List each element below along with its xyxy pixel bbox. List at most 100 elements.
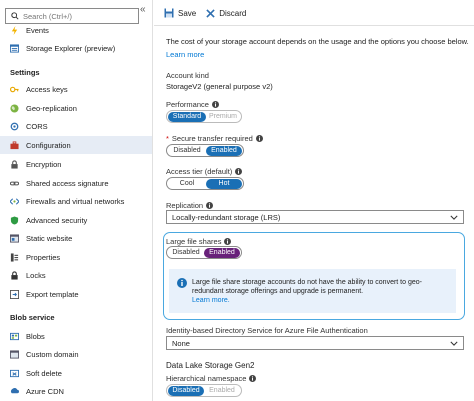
- sidebar-item-label: Access keys: [26, 84, 68, 94]
- replication-label: Replication: [166, 201, 214, 210]
- sidebar-item-label: Static website: [26, 233, 73, 243]
- sidebar-item-configuration[interactable]: Configuration: [0, 136, 152, 154]
- performance-option-premium: Premium: [208, 113, 237, 120]
- replication-label-text: Replication: [166, 201, 204, 210]
- performance-label-text: Performance: [166, 100, 209, 109]
- info-icon[interactable]: [224, 238, 232, 245]
- large-file-shares-option-enabled[interactable]: Enabled: [204, 247, 240, 258]
- sidebar-item-blobs[interactable]: Blobs: [0, 327, 152, 345]
- access-tier-label-text: Access tier (default): [166, 167, 233, 176]
- events-icon: [10, 25, 19, 35]
- large-file-shares-option-disabled[interactable]: Disabled: [168, 248, 204, 258]
- hns-option-disabled: Disabled: [168, 385, 204, 396]
- blob-service-section-header: Blob service: [10, 313, 55, 322]
- website-icon: [10, 233, 19, 243]
- account-kind-value: StorageV2 (general purpose v2): [166, 82, 273, 91]
- sidebar-item-advanced-security[interactable]: Advanced security: [0, 211, 152, 229]
- sidebar-item-label: Configuration: [26, 140, 71, 150]
- sidebar-item-events[interactable]: Events: [0, 24, 152, 36]
- performance-label: Performance: [166, 100, 219, 109]
- sidebar-item-export-template[interactable]: Export template: [0, 285, 152, 303]
- search-box[interactable]: [5, 8, 139, 24]
- performance-option-standard: Standard: [168, 111, 206, 122]
- search-input[interactable]: [23, 11, 133, 21]
- secure-transfer-option-disabled[interactable]: Disabled: [168, 146, 206, 156]
- save-label: Save: [178, 8, 197, 18]
- account-kind-label-text: Account kind: [166, 71, 209, 80]
- save-button[interactable]: Save: [164, 8, 196, 18]
- settings-section-header: Settings: [10, 68, 40, 77]
- sidebar-item-storage-explorer[interactable]: Storage Explorer (preview): [0, 39, 152, 57]
- sidebar-item-custom-domain[interactable]: Custom domain: [0, 345, 152, 363]
- info-circle-icon: [177, 278, 187, 288]
- sidebar: « Events Storage Explorer (preview) Sett…: [0, 0, 153, 401]
- info-message-panel: Large file share storage accounts do not…: [169, 269, 456, 313]
- sidebar-item-encryption[interactable]: Encryption: [0, 155, 152, 173]
- data-lake-section-title: Data Lake Storage Gen2: [166, 361, 255, 370]
- storage-explorer-icon: [10, 43, 19, 53]
- lock-icon: [10, 159, 19, 169]
- shield-icon: [10, 215, 19, 225]
- main-panel: Save Discard The cost of your storage ac…: [154, 0, 474, 401]
- link-icon: [10, 179, 19, 188]
- sidebar-item-access-keys[interactable]: Access keys: [0, 80, 152, 98]
- access-tier-option-hot[interactable]: Hot: [206, 178, 242, 189]
- sidebar-item-azure-cdn[interactable]: Azure CDN: [0, 382, 152, 400]
- access-tier-option-cool[interactable]: Cool: [168, 179, 206, 189]
- collapse-sidebar-button[interactable]: «: [140, 4, 146, 15]
- info-message-text: Large file share storage accounts do not…: [192, 279, 422, 295]
- sidebar-item-locks[interactable]: Locks: [0, 266, 152, 284]
- sidebar-item-firewalls[interactable]: Firewalls and virtual networks: [0, 192, 152, 210]
- info-message: Large file share storage accounts do not…: [192, 278, 450, 305]
- identity-label-text: Identity-based Directory Service for Azu…: [166, 326, 368, 335]
- sidebar-item-label: Shared access signature: [26, 178, 109, 188]
- sidebar-item-label: Events: [26, 25, 49, 35]
- cors-icon: [10, 122, 19, 131]
- sidebar-item-label: CORS: [26, 121, 48, 131]
- info-icon[interactable]: [206, 202, 214, 209]
- identity-label: Identity-based Directory Service for Azu…: [166, 326, 368, 335]
- secure-transfer-label-text: Secure transfer required: [171, 134, 253, 143]
- info-icon[interactable]: [255, 135, 263, 142]
- hns-option-enabled: Enabled: [209, 387, 235, 394]
- sidebar-item-static-website[interactable]: Static website: [0, 229, 152, 247]
- sidebar-item-label: Encryption: [26, 159, 62, 169]
- identity-selected-value: None: [172, 338, 190, 348]
- access-tier-label: Access tier (default): [166, 167, 243, 176]
- sidebar-item-label: Storage Explorer (preview): [26, 43, 116, 53]
- learn-more-link[interactable]: Learn more: [166, 50, 204, 59]
- sidebar-item-properties[interactable]: Properties: [0, 248, 152, 266]
- sidebar-item-label: Export template: [26, 289, 79, 299]
- toolbar: Save Discard: [164, 5, 256, 21]
- sidebar-item-label: Custom domain: [26, 349, 79, 359]
- intro-text: The cost of your storage account depends…: [166, 37, 469, 46]
- access-tier-toggle[interactable]: Cool Hot: [166, 177, 244, 190]
- secure-transfer-toggle[interactable]: Disabled Enabled: [166, 144, 244, 157]
- large-file-shares-label: Large file shares: [166, 237, 232, 246]
- export-template-icon: [10, 289, 19, 299]
- large-file-shares-label-text: Large file shares: [166, 237, 222, 246]
- replication-dropdown[interactable]: Locally-redundant storage (LRS): [166, 210, 464, 224]
- secure-transfer-option-enabled[interactable]: Enabled: [206, 145, 242, 156]
- chevron-down-icon: [450, 341, 458, 346]
- sidebar-item-label: Geo-replication: [26, 103, 77, 113]
- info-learn-more-link[interactable]: Learn more.: [192, 297, 230, 304]
- hierarchical-namespace-label: Hierarchical namespace: [166, 374, 257, 383]
- globe-icon: [10, 103, 19, 113]
- key-icon: [10, 85, 19, 94]
- sidebar-item-cors[interactable]: CORS: [0, 117, 152, 135]
- discard-button[interactable]: Discard: [206, 9, 246, 18]
- info-icon[interactable]: [249, 375, 257, 382]
- sidebar-item-label: Azure CDN: [26, 386, 64, 396]
- search-icon: [11, 12, 19, 20]
- save-icon: [164, 8, 174, 18]
- sidebar-item-geo-replication[interactable]: Geo-replication: [0, 99, 152, 117]
- sidebar-item-shared-access-signature[interactable]: Shared access signature: [0, 174, 152, 192]
- info-icon[interactable]: [235, 168, 243, 175]
- large-file-shares-toggle[interactable]: Disabled Enabled: [166, 246, 242, 259]
- info-icon[interactable]: [211, 101, 219, 108]
- sidebar-item-soft-delete[interactable]: Soft delete: [0, 364, 152, 382]
- identity-dropdown[interactable]: None: [166, 336, 464, 350]
- toolbar-divider: [154, 25, 474, 26]
- lock-icon: [10, 270, 19, 280]
